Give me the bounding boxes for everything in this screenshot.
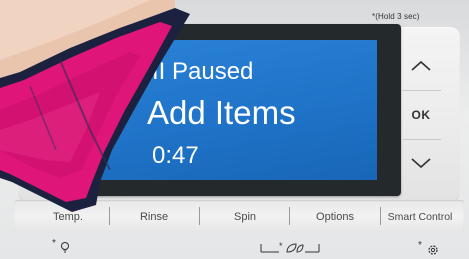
hand-with-cloth: [0, 0, 190, 212]
